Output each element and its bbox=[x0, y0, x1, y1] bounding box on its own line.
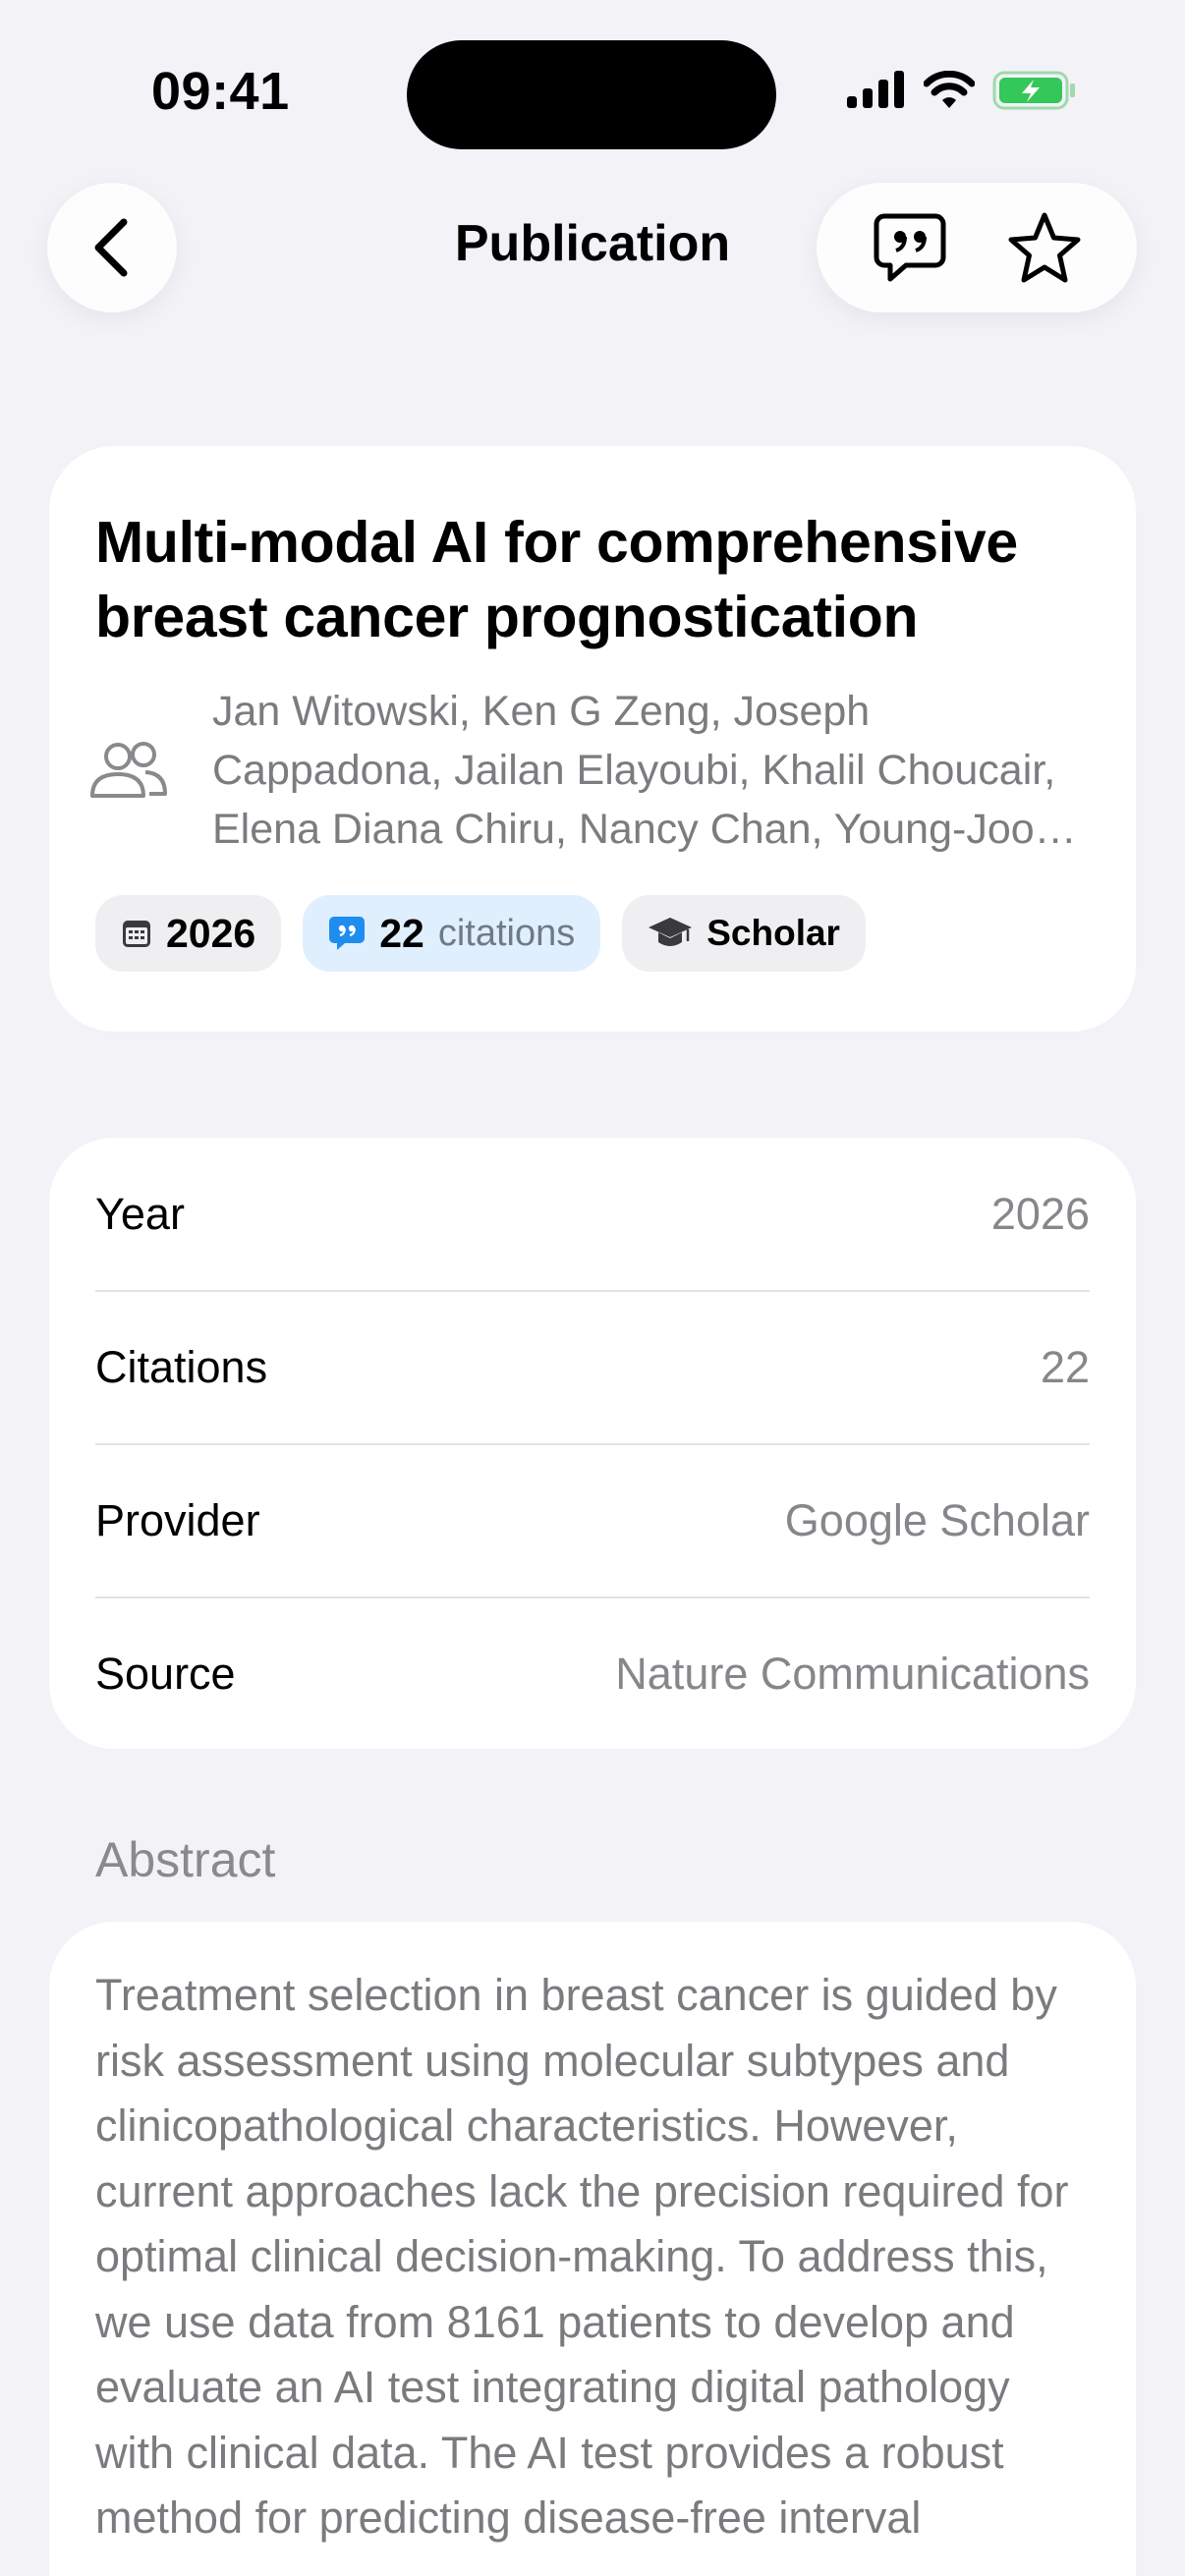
detail-row-citations: Citations 22 bbox=[95, 1291, 1090, 1444]
detail-row-provider: Provider Google Scholar bbox=[95, 1444, 1090, 1597]
detail-value: 22 bbox=[1040, 1342, 1090, 1392]
detail-value: 2026 bbox=[990, 1189, 1090, 1239]
detail-label: Source bbox=[95, 1649, 236, 1699]
provider-chip-label: Scholar bbox=[706, 913, 840, 953]
publication-chips: 2026 22 citations Scholar bbox=[95, 895, 866, 972]
cite-button[interactable] bbox=[856, 194, 964, 302]
detail-row-year: Year 2026 bbox=[95, 1138, 1090, 1291]
nav-actions-group bbox=[817, 183, 1137, 312]
status-time: 09:41 bbox=[151, 62, 290, 121]
detail-label: Citations bbox=[95, 1342, 268, 1392]
quote-bubble-icon bbox=[874, 213, 945, 282]
detail-label: Provider bbox=[95, 1495, 260, 1545]
publication-screen: 09:41 Publication Multi-modal AI for com… bbox=[0, 0, 1185, 2576]
favorite-button[interactable] bbox=[990, 194, 1099, 302]
status-icons bbox=[847, 71, 1077, 110]
detail-row-source: Source Nature Communications bbox=[95, 1597, 1090, 1751]
dynamic-island bbox=[407, 40, 776, 149]
abstract-text: Treatment selection in breast cancer is … bbox=[95, 1970, 1069, 2543]
detail-value: Google Scholar bbox=[784, 1495, 1090, 1545]
publication-title: Multi-modal AI for comprehensive breast … bbox=[95, 510, 1018, 649]
signal-icon bbox=[847, 71, 904, 108]
abstract-heading: Abstract bbox=[95, 1832, 276, 1887]
wifi-icon bbox=[924, 71, 975, 108]
detail-value: Nature Communications bbox=[615, 1649, 1090, 1699]
provider-chip: Scholar bbox=[622, 895, 866, 972]
details-card: Year 2026 Citations 22 Provider Google S… bbox=[49, 1138, 1136, 1749]
people-icon bbox=[90, 742, 167, 798]
citations-label: citations bbox=[437, 912, 576, 954]
calendar-icon bbox=[123, 921, 150, 947]
citations-chip: 22 citations bbox=[303, 895, 601, 972]
graduation-cap-icon bbox=[649, 918, 693, 946]
publication-header-card: Multi-modal AI for comprehensive breast … bbox=[49, 446, 1136, 1032]
abstract-card: Treatment selection in breast cancer is … bbox=[49, 1922, 1136, 2576]
detail-label: Year bbox=[95, 1189, 185, 1239]
citations-count: 22 bbox=[379, 910, 424, 956]
year-chip-label: 2026 bbox=[166, 910, 256, 956]
battery-icon bbox=[992, 71, 1075, 110]
publication-authors: Jan Witowski, Ken G Zeng, Joseph Cappado… bbox=[212, 688, 1058, 853]
star-icon bbox=[1008, 212, 1080, 283]
year-chip: 2026 bbox=[95, 895, 282, 972]
quote-bubble-icon bbox=[329, 917, 366, 950]
